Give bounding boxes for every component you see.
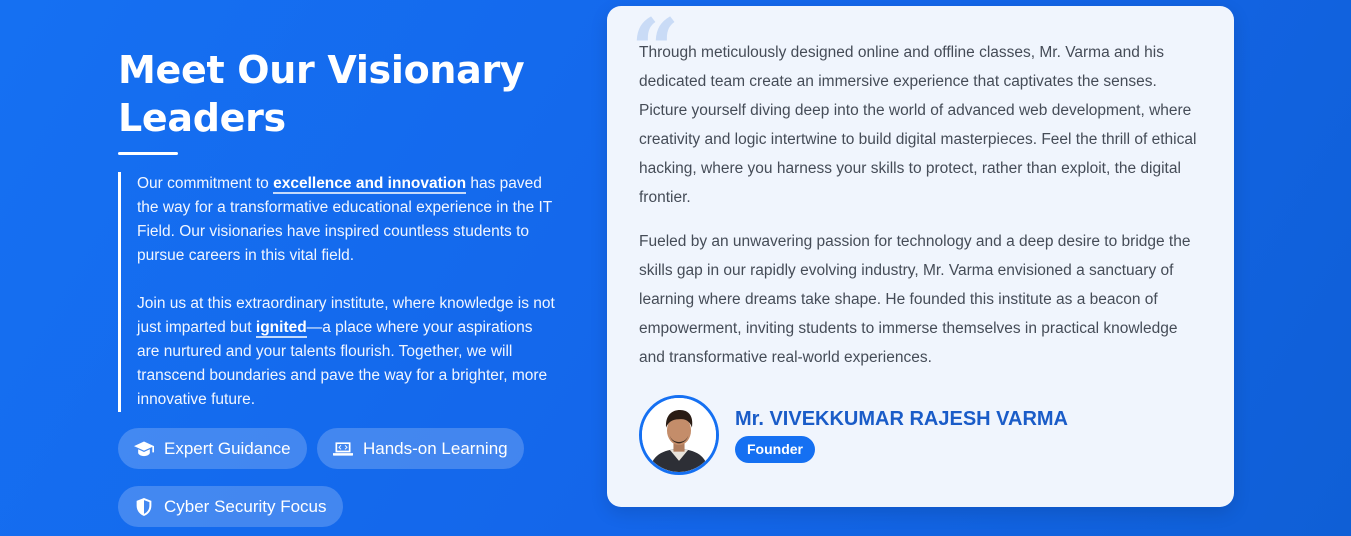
highlight-ignited: ignited	[255, 319, 307, 338]
tag-hands-on-learning: Hands-on Learning	[317, 428, 524, 469]
laptop-code-icon	[333, 441, 353, 456]
title-line-1: Meet Our Visionary	[118, 48, 525, 92]
highlight-excellence: excellence and innovation	[273, 175, 467, 194]
leaders-intro: Meet Our Visionary Leaders Our commitmen…	[118, 46, 558, 412]
shield-icon	[136, 497, 152, 516]
tag-label: Hands-on Learning	[363, 438, 508, 458]
tag-label: Cyber Security Focus	[164, 496, 327, 516]
intro-paragraph-2: Join us at this extraordinary institute,…	[137, 292, 558, 412]
founder-photo	[642, 398, 716, 472]
founder-avatar	[639, 395, 719, 475]
founder-quote-card: “ Through meticulously designed online a…	[607, 6, 1234, 507]
intro-paragraph-1: Our commitment to excellence and innovat…	[137, 172, 558, 268]
title-line-2: Leaders	[118, 96, 286, 140]
founder-name: Mr. VIVEKKUMAR RAJESH VARMA	[735, 408, 1068, 430]
founder-role-badge: Founder	[735, 436, 815, 463]
title-underline	[118, 152, 178, 155]
tag-label: Expert Guidance	[164, 438, 291, 458]
section-title: Meet Our Visionary Leaders	[118, 46, 558, 142]
intro-description: Our commitment to excellence and innovat…	[118, 172, 558, 412]
quote-paragraph-1: Through meticulously designed online and…	[639, 44, 1197, 206]
tag-expert-guidance: Expert Guidance	[118, 428, 307, 469]
tag-cyber-security: Cyber Security Focus	[118, 486, 343, 527]
para1-text-start: Our commitment to	[137, 175, 274, 192]
graduation-cap-icon	[134, 441, 154, 456]
quote-text: Through meticulously designed online and…	[639, 38, 1204, 372]
quote-paragraph-2: Fueled by an unwavering passion for tech…	[639, 233, 1191, 366]
